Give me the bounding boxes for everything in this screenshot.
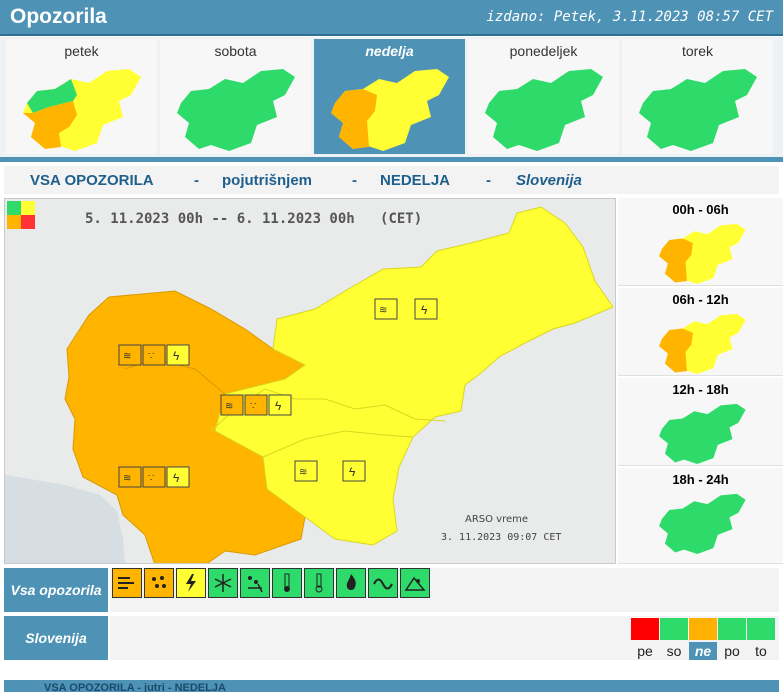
day-tabs: petek sobota nedelja ponedeljek torek <box>0 37 783 157</box>
period-18-24[interactable]: 18h - 24h <box>618 468 783 564</box>
day-tab-label: sobota <box>214 43 257 59</box>
warning-title-bar: VSA OPOZORILA - pojutrišnjem - NEDELJA -… <box>4 166 779 194</box>
day-level-ne[interactable] <box>689 618 717 640</box>
svg-text:ϟ: ϟ <box>173 471 180 485</box>
map-timezone: (CET) <box>380 211 423 227</box>
all-warnings-label[interactable]: Vsa opozorila <box>4 568 108 612</box>
day-tab-petek[interactable]: petek <box>6 39 157 154</box>
map-period: 5. 11.2023 00h -- 6. 11.2023 00h <box>85 211 355 227</box>
coastal-event-icon[interactable] <box>368 568 398 598</box>
snow-ice-icon[interactable] <box>240 568 270 598</box>
next-section-title: VSA OPOZORILA - jutri - NEDELJA <box>44 682 226 692</box>
day-tab-torek[interactable]: torek <box>622 39 773 154</box>
avalanche-icon[interactable] <box>400 568 430 598</box>
svg-text:≋: ≋ <box>379 305 387 316</box>
period-label: 06h - 12h <box>672 292 729 307</box>
period-label: 00h - 06h <box>672 202 729 217</box>
day-level-so[interactable] <box>660 618 688 640</box>
svg-text:≋: ≋ <box>225 401 233 412</box>
day-tab-label: nedelja <box>365 43 414 59</box>
separator-line <box>0 157 783 162</box>
day-abbrev[interactable]: pe <box>631 642 659 660</box>
day-abbrev[interactable]: to <box>747 642 775 660</box>
day-label: NEDELJA <box>380 172 451 189</box>
wind-icon[interactable] <box>112 568 142 598</box>
map-credit: ARSO vreme <box>465 514 529 525</box>
svg-text:≋: ≋ <box>299 467 307 478</box>
svg-text:ϟ: ϟ <box>421 303 428 317</box>
day-level-pe[interactable] <box>631 618 659 640</box>
day-tab-label: ponedeljek <box>509 43 578 59</box>
svg-text:≋: ≋ <box>123 351 131 362</box>
header-bar: Opozorila izdano: Petek, 3.11.2023 08:57… <box>0 0 783 36</box>
period-map-thumbnail <box>659 313 746 374</box>
period-12-18[interactable]: 12h - 18h <box>618 378 783 466</box>
low-temperature-icon[interactable] <box>304 568 334 598</box>
separator: - <box>352 172 357 189</box>
map-period-label: 5. 11.2023 00h -- 6. 11.2023 00h (CET) <box>85 211 422 227</box>
separator: - <box>194 172 199 189</box>
period-label: 18h - 24h <box>672 472 729 487</box>
icon-group-center: ≋ ∵ ϟ <box>220 394 292 416</box>
svg-text:∵: ∵ <box>250 401 256 412</box>
region-row-label[interactable]: Slovenija <box>4 616 108 660</box>
slovenia-region-map: ≋ ϟ ≋ ∵ ϟ ≋ ∵ ϟ ≋ ϟ ≋ ∵ ϟ <box>5 206 614 563</box>
region-label: Slovenija <box>516 172 582 189</box>
time-label: pojutrišnjem <box>222 172 313 189</box>
icon-group-southwest: ≋ ∵ ϟ <box>118 466 190 488</box>
map-credit-time: 3. 11.2023 09:07 CET <box>441 532 562 543</box>
period-map-thumbnail <box>659 493 746 554</box>
main-warning-map[interactable]: ≋ ϟ ≋ ∵ ϟ ≋ ∵ ϟ ≋ ϟ ≋ ∵ ϟ 5. 11.2023 00h… <box>4 198 616 564</box>
rain-icon[interactable] <box>144 568 174 598</box>
svg-text:≋: ≋ <box>123 473 131 484</box>
high-temperature-icon[interactable] <box>272 568 302 598</box>
period-00-06[interactable]: 00h - 06h <box>618 198 783 286</box>
day-level-po[interactable] <box>718 618 746 640</box>
period-map-thumbnail <box>659 403 746 464</box>
period-06-12[interactable]: 06h - 12h <box>618 288 783 376</box>
day-tab-nedelja[interactable]: nedelja <box>314 39 465 154</box>
day-map-thumbnail <box>639 69 757 151</box>
issued-timestamp: izdano: Petek, 3.11.2023 08:57 CET <box>486 9 773 25</box>
fire-icon[interactable] <box>336 568 366 598</box>
day-abbrev[interactable]: po <box>718 642 746 660</box>
day-tab-label: petek <box>64 43 99 59</box>
svg-text:ϟ: ϟ <box>173 349 180 363</box>
day-tab-label: torek <box>681 43 714 59</box>
svg-text:∵: ∵ <box>148 473 154 484</box>
day-map-thumbnail <box>23 69 141 151</box>
thunderstorm-icon[interactable] <box>176 568 206 598</box>
next-section-bar: VSA OPOZORILA - jutri - NEDELJA <box>4 680 779 692</box>
separator: - <box>486 172 491 189</box>
svg-text:∵: ∵ <box>148 351 154 362</box>
day-map-thumbnail <box>177 69 295 151</box>
icon-group-west: ≋ ∵ ϟ <box>118 344 190 366</box>
day-abbrev[interactable]: so <box>660 642 688 660</box>
period-label: 12h - 18h <box>672 382 729 397</box>
day-tab-ponedeljek[interactable]: ponedeljek <box>468 39 619 154</box>
scope-label: VSA OPOZORILA <box>30 172 154 189</box>
page-title: Opozorila <box>10 5 107 28</box>
snow-icon[interactable] <box>208 568 238 598</box>
warning-types-row <box>110 568 779 612</box>
day-level-to[interactable] <box>747 618 775 640</box>
svg-text:ϟ: ϟ <box>275 399 282 413</box>
day-map-thumbnail <box>331 69 449 151</box>
region-day-strip: pe so ne po to <box>110 616 779 660</box>
day-tab-sobota[interactable]: sobota <box>160 39 311 154</box>
period-map-thumbnail <box>659 223 746 284</box>
svg-text:ϟ: ϟ <box>349 465 356 479</box>
day-map-thumbnail <box>485 69 603 151</box>
day-abbrev[interactable]: ne <box>689 642 717 660</box>
